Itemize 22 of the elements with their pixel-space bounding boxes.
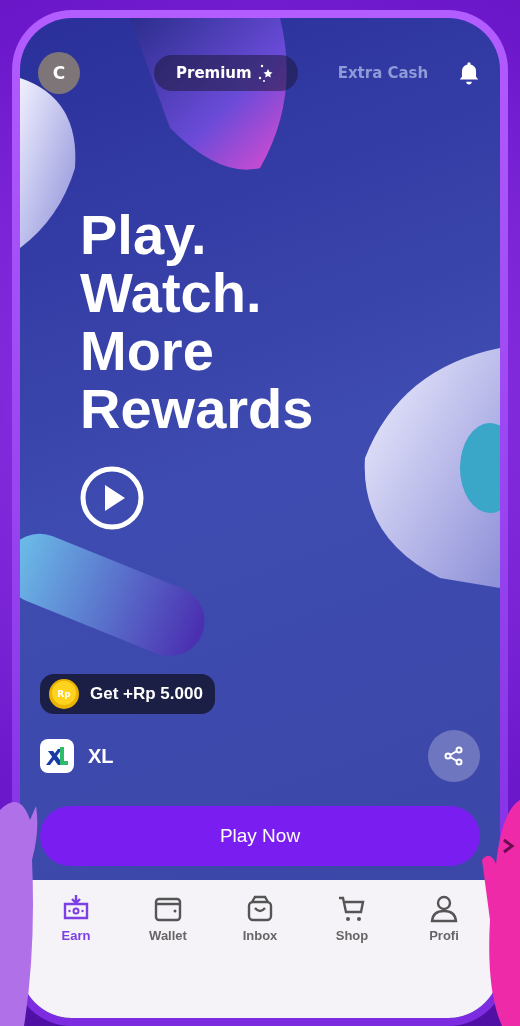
headline-text: More (80, 322, 214, 380)
nav-tab[interactable]: Inbox (227, 894, 293, 943)
nav-tab[interactable]: Wallet (135, 894, 201, 943)
nav-tab[interactable]: Earn (43, 894, 109, 943)
share-icon (443, 745, 465, 767)
coin-icon: Rp (48, 678, 80, 710)
play-now-button[interactable]: Play Now (40, 806, 480, 866)
nav-tab[interactable]: Shop (319, 894, 385, 943)
brand-name: XL (88, 744, 114, 768)
headline-text: Play. (80, 206, 207, 264)
share-button[interactable] (428, 730, 480, 782)
nav-tab[interactable]: Profi (411, 894, 477, 943)
play-icon[interactable] (80, 466, 144, 530)
tab[interactable]: Premium (154, 55, 298, 91)
tab[interactable]: Extra Cash (315, 56, 451, 90)
reward-text: Get +Rp 5.000 (90, 684, 203, 704)
bag-icon (245, 894, 275, 924)
headline-text: Rewards (80, 380, 314, 438)
cart-icon (337, 894, 367, 924)
brand-logo-icon (40, 739, 74, 773)
person-icon (429, 894, 459, 924)
avatar[interactable]: C (38, 52, 80, 94)
